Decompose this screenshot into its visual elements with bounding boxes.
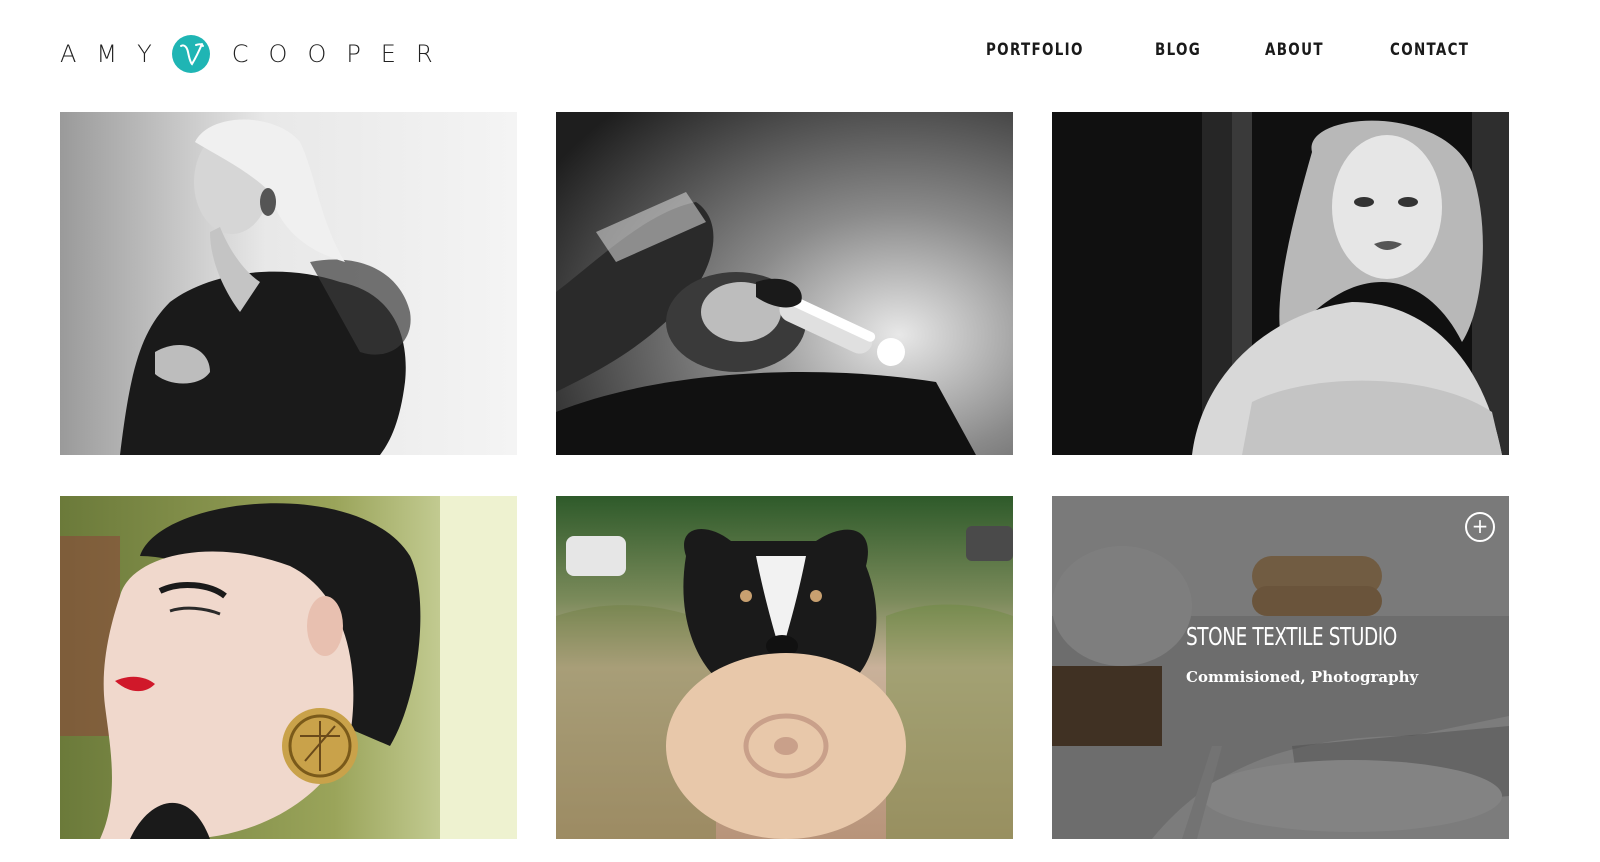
- portfolio-item-woman-earring[interactable]: [60, 496, 517, 839]
- photo-mannequin: [1052, 112, 1509, 455]
- site-logo[interactable]: AMY COOPER: [60, 34, 453, 74]
- main-nav: PORTFOLIO BLOG ABOUT CONTACT: [986, 40, 1480, 60]
- portfolio-item-singer-microphone[interactable]: [556, 112, 1013, 455]
- photo-dog-frisbee: [556, 496, 1013, 839]
- portfolio-item-stone-textile-studio[interactable]: + STONE TEXTILE STUDIO Commisioned, Phot…: [1052, 496, 1509, 839]
- logo-last-name: COOPER: [231, 40, 453, 68]
- logo-first-name: AMY: [60, 40, 172, 68]
- photo-woman-fur-coat: [60, 112, 517, 455]
- portfolio-item-dog-frisbee[interactable]: [556, 496, 1013, 839]
- site-header: AMY COOPER PORTFOLIO BLOG ABOUT CONTACT: [0, 0, 1600, 110]
- nav-contact[interactable]: CONTACT: [1390, 40, 1469, 60]
- photo-woman-earring: [60, 496, 517, 839]
- nav-blog[interactable]: BLOG: [1155, 40, 1201, 60]
- portfolio-item-woman-fur-coat[interactable]: [60, 112, 517, 455]
- logo-monogram-icon: [171, 35, 210, 73]
- portfolio-item-mannequin[interactable]: [1052, 112, 1509, 455]
- portfolio-item-title: STONE TEXTILE STUDIO: [1186, 622, 1397, 651]
- portfolio-grid: + STONE TEXTILE STUDIO Commisioned, Phot…: [60, 112, 1510, 840]
- nav-portfolio[interactable]: PORTFOLIO: [986, 40, 1084, 60]
- photo-singer-microphone: [556, 112, 1013, 455]
- nav-about[interactable]: ABOUT: [1265, 40, 1324, 60]
- portfolio-item-categories: Commisioned, Photography: [1186, 668, 1419, 686]
- plus-circle-icon[interactable]: +: [1465, 512, 1495, 542]
